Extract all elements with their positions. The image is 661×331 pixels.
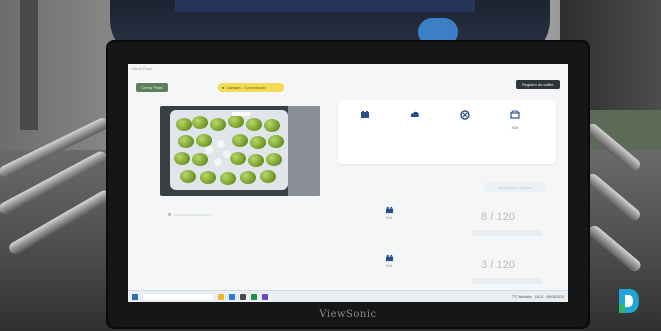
camera-side-panel — [288, 106, 320, 196]
counter-icon-wrap: XXX — [382, 206, 396, 224]
avocado-crate — [170, 110, 288, 190]
d-logo-icon — [619, 289, 639, 313]
file-explorer-icon[interactable] — [218, 293, 224, 300]
taskbar-search[interactable] — [143, 293, 213, 300]
counter-bar — [472, 230, 542, 236]
stop-tool-button[interactable] — [450, 110, 480, 146]
counter-row: XXX 8 / 120 — [338, 200, 556, 246]
taskbar: 7°C Nublado 18:21 05/04/2023 — [128, 290, 568, 302]
video-overlay-banner — [175, 0, 475, 12]
side-note: Comparando imagen — [168, 212, 211, 217]
box-icon — [385, 206, 393, 214]
camera-status-label: Cámara - Conectando — [226, 85, 266, 90]
counter-bar — [472, 278, 542, 284]
app-icon[interactable] — [251, 293, 257, 300]
camera-status-pill: ● Cámara - Conectando — [218, 83, 284, 92]
counter-row: XXX 3 / 120 — [338, 248, 556, 294]
toolbar-card: XXX — [338, 100, 556, 164]
side-note-text: Comparando imagen — [174, 212, 212, 217]
bullet-icon — [168, 213, 171, 216]
counter-panel: Resultados Totales XXX 8 / 120 XXX 3 / 1… — [338, 182, 556, 296]
box-icon — [510, 110, 520, 119]
box-tool-button[interactable]: XXX — [500, 110, 530, 146]
tool-label: XXX — [511, 126, 519, 130]
monitor: Visión Pack Cerrar Pack ● Cámara - Conec… — [108, 42, 588, 327]
app-icon[interactable] — [262, 293, 268, 300]
close-pack-button[interactable]: Cerrar Pack — [136, 83, 168, 92]
camera-tool-button[interactable] — [350, 110, 380, 146]
weather-text[interactable]: 7°C Nublado — [512, 295, 532, 299]
door-frame — [20, 0, 38, 130]
edge-icon[interactable] — [229, 293, 235, 300]
cloud-sync-icon — [410, 111, 420, 117]
counter-code: XXX — [385, 216, 393, 220]
touch-screen: Visión Pack Cerrar Pack ● Cámara - Conec… — [128, 64, 568, 302]
counter-tab[interactable]: Resultados Totales — [484, 182, 546, 192]
windows-start-icon[interactable] — [132, 293, 138, 300]
box-icon — [385, 254, 393, 262]
warning-icon: ● — [222, 85, 225, 90]
clock-time[interactable]: 18:21 — [535, 295, 544, 299]
monitor-chin: ViewSonic — [108, 302, 588, 327]
counter-icon-wrap: XXX — [382, 254, 396, 272]
app-icon[interactable] — [240, 293, 246, 300]
monitor-brand: ViewSonic — [319, 309, 377, 320]
detection-label — [232, 112, 250, 116]
counter-value: 3 / 120 — [481, 259, 515, 271]
system-tray: 7°C Nublado 18:21 05/04/2023 — [512, 295, 564, 299]
counter-value: 8 / 120 — [481, 211, 515, 223]
sync-tool-button[interactable] — [400, 110, 430, 146]
camera-icon — [361, 111, 369, 118]
calibration-log-button[interactable]: Registro de calibr. — [516, 80, 560, 89]
camera-preview — [160, 106, 320, 196]
clock-date[interactable]: 05/04/2023 — [546, 295, 564, 299]
counter-code: XXX — [385, 264, 393, 268]
stop-icon — [460, 110, 470, 120]
app-title: Visión Pack — [131, 66, 152, 71]
